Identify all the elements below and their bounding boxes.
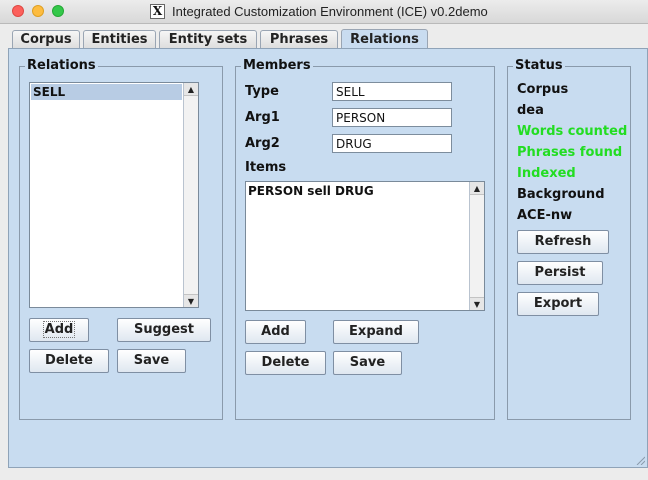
relations-group: Relations SELL ▲ ▼ Add Suggest Delete Sa… xyxy=(19,58,223,420)
list-item[interactable]: PERSON sell DRUG xyxy=(248,183,374,199)
add-item-button[interactable]: Add xyxy=(245,320,306,344)
items-list-scrollbar[interactable]: ▲ ▼ xyxy=(469,182,484,310)
items-list[interactable]: PERSON sell DRUG ▲ ▼ xyxy=(245,181,485,311)
words-counted-status: Words counted xyxy=(517,124,628,139)
indexed-status: Indexed xyxy=(517,166,576,181)
export-button[interactable]: Export xyxy=(517,292,599,316)
scroll-down-icon[interactable]: ▼ xyxy=(470,297,484,310)
phrases-found-status: Phrases found xyxy=(517,145,623,160)
tab-entities[interactable]: Entities xyxy=(83,30,156,49)
members-group: Members Type SELL Arg1 PERSON Arg2 DRUG … xyxy=(235,58,495,420)
type-label: Type xyxy=(245,84,279,99)
members-group-title: Members xyxy=(241,58,313,74)
minimize-window-button[interactable] xyxy=(32,5,44,17)
persist-button[interactable]: Persist xyxy=(517,261,603,285)
expand-items-button[interactable]: Expand xyxy=(333,320,419,344)
resize-grip-icon[interactable] xyxy=(635,455,645,465)
delete-item-button[interactable]: Delete xyxy=(245,351,326,375)
corpus-label: Corpus xyxy=(517,82,569,97)
relations-panel: Relations SELL ▲ ▼ Add Suggest Delete Sa… xyxy=(8,48,648,468)
x11-icon: X xyxy=(150,4,165,19)
corpus-name: dea xyxy=(517,103,544,118)
arg1-label: Arg1 xyxy=(245,110,280,125)
arg2-field[interactable]: DRUG xyxy=(332,134,452,153)
relations-list-scrollbar[interactable]: ▲ ▼ xyxy=(183,83,198,307)
background-label: Background xyxy=(517,187,605,202)
tab-relations[interactable]: Relations xyxy=(341,29,428,49)
status-group-title: Status xyxy=(513,58,565,74)
refresh-button[interactable]: Refresh xyxy=(517,230,609,254)
scroll-down-icon[interactable]: ▼ xyxy=(184,294,198,307)
scroll-up-icon[interactable]: ▲ xyxy=(184,83,198,96)
tab-phrases[interactable]: Phrases xyxy=(260,30,338,49)
background-name: ACE-nw xyxy=(517,208,573,223)
maximize-window-button[interactable] xyxy=(52,5,64,17)
delete-relation-button[interactable]: Delete xyxy=(29,349,109,373)
window-title: Integrated Customization Environment (IC… xyxy=(172,4,488,19)
status-group: Status Corpus dea Words counted Phrases … xyxy=(507,58,631,420)
relations-group-title: Relations xyxy=(25,58,98,74)
arg1-field[interactable]: PERSON xyxy=(332,108,452,127)
tab-entity-sets[interactable]: Entity sets xyxy=(159,30,257,49)
save-items-button[interactable]: Save xyxy=(333,351,402,375)
add-relation-button[interactable]: Add xyxy=(29,318,89,342)
relations-list[interactable]: SELL ▲ ▼ xyxy=(29,82,199,308)
save-relation-button[interactable]: Save xyxy=(117,349,186,373)
items-label: Items xyxy=(245,160,287,175)
type-field[interactable]: SELL xyxy=(332,82,452,101)
suggest-relation-button[interactable]: Suggest xyxy=(117,318,211,342)
scroll-up-icon[interactable]: ▲ xyxy=(470,182,484,195)
list-item[interactable]: SELL xyxy=(31,84,182,100)
window-titlebar: X Integrated Customization Environment (… xyxy=(0,0,648,24)
arg2-label: Arg2 xyxy=(245,136,280,151)
close-window-button[interactable] xyxy=(12,5,24,17)
tab-corpus[interactable]: Corpus xyxy=(12,30,80,49)
